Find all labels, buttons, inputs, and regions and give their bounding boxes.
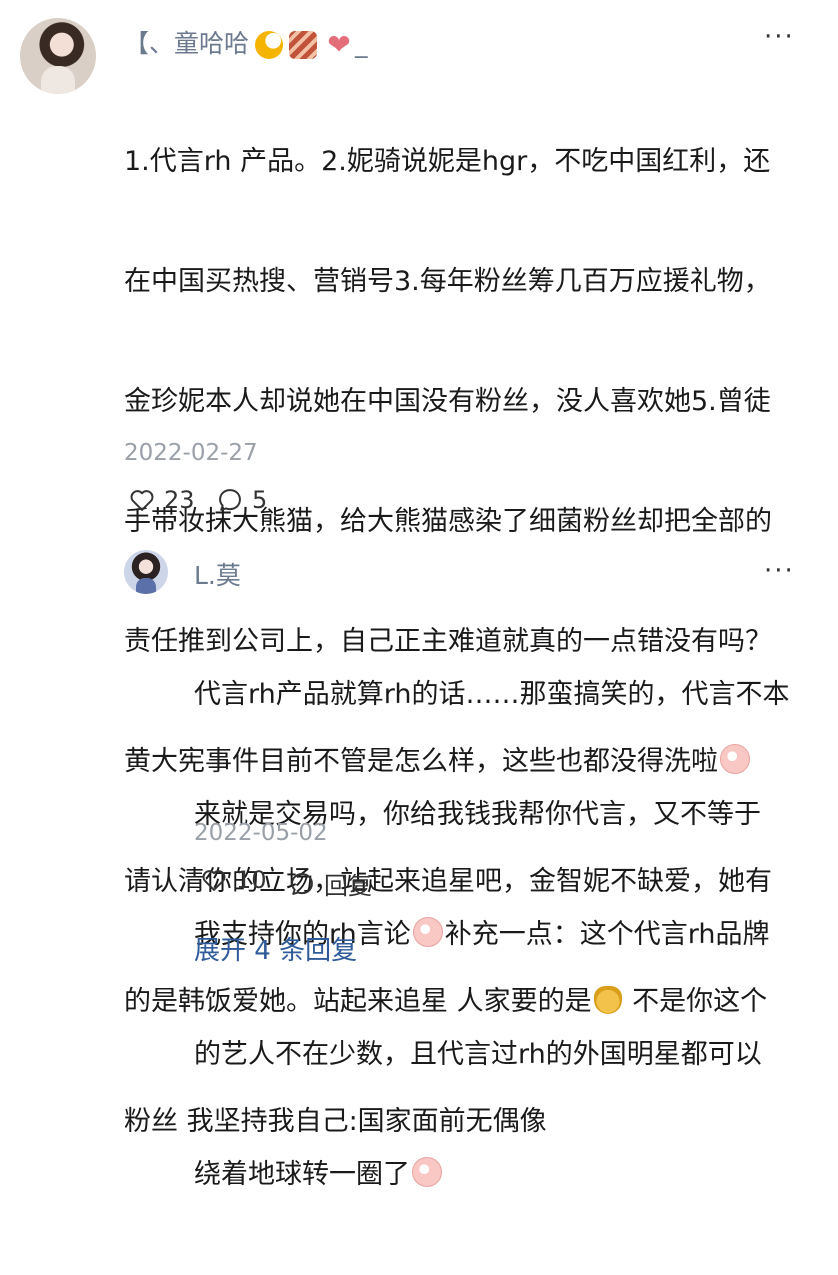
expand-replies-link[interactable]: 展开 4 条回复 [194, 930, 357, 967]
reply-date: 2022-05-02 [194, 820, 328, 846]
speech-bubble-icon [291, 872, 313, 895]
reply-like-button[interactable]: 10 [200, 866, 267, 894]
heart-outline-icon [130, 490, 154, 511]
like-count: 23 [164, 486, 195, 514]
reply-more-options-icon[interactable]: ··· [764, 556, 795, 586]
reply-label: 回复 [324, 872, 372, 900]
comment-button[interactable]: 5 [216, 486, 267, 514]
avatar[interactable] [20, 18, 96, 94]
reply-reply-button[interactable]: 回复 [288, 866, 372, 901]
crying-emoji-icon [412, 917, 443, 947]
comment-date: 2022-02-27 [124, 440, 258, 466]
speech-bubble-icon [219, 489, 241, 511]
reply-username[interactable]: L.莫 [194, 556, 241, 592]
heart-outline-icon [202, 870, 226, 891]
more-options-icon[interactable]: ··· [764, 22, 795, 52]
username-emoji-group: ❤ [255, 31, 355, 59]
crying-emoji-icon [412, 1157, 442, 1187]
bacon-emoji-icon [289, 31, 318, 59]
reply-avatar[interactable] [124, 550, 168, 594]
like-button[interactable]: 23 [128, 486, 195, 514]
username[interactable]: 【、童哈哈 ❤ _ [124, 24, 368, 60]
heart-emoji-icon: ❤ [327, 28, 351, 61]
comment-count: 5 [252, 486, 268, 514]
reply-like-count: 10 [236, 866, 267, 894]
moon-emoji-icon [255, 31, 284, 59]
